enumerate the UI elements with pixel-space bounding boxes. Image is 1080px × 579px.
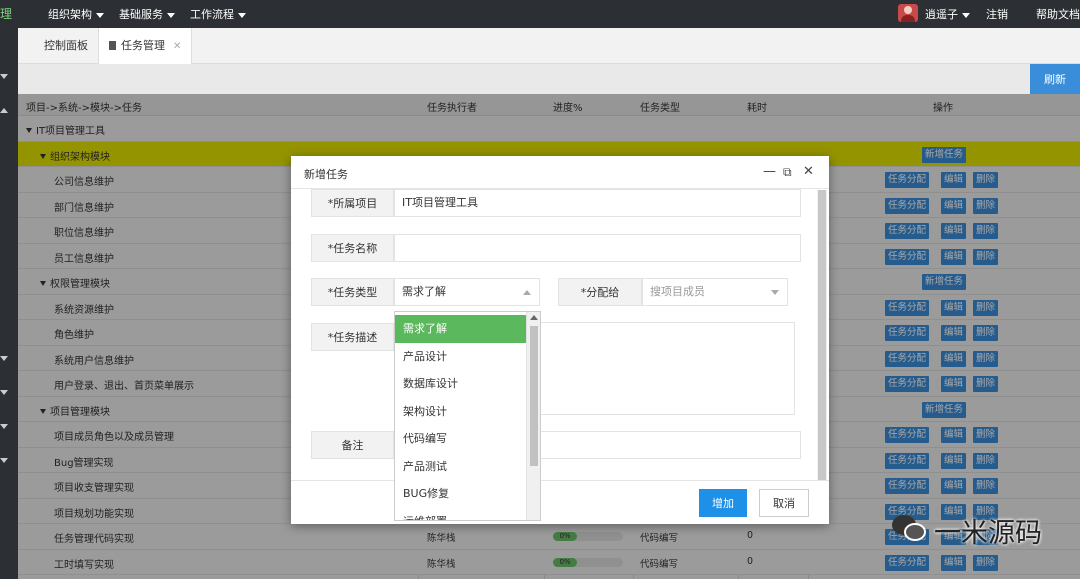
dropdown-option[interactable]: 运维部署: [395, 508, 527, 521]
task-type-label: *任务类型: [311, 278, 394, 306]
dropdown-option[interactable]: 代码编写: [395, 425, 527, 453]
chevron-down-icon[interactable]: [0, 390, 8, 395]
task-type-select[interactable]: 需求了解: [394, 278, 540, 306]
task-name-label: *任务名称: [311, 234, 394, 262]
chevron-down-icon: [962, 12, 970, 18]
close-icon[interactable]: ✕: [803, 165, 814, 179]
avatar[interactable]: [898, 4, 918, 22]
sidebar: [0, 28, 18, 579]
menu-org-label: 组织架构: [48, 8, 92, 21]
menu-basic-label: 基础服务: [119, 8, 163, 21]
chevron-down-icon: [771, 290, 779, 295]
task-type-dropdown: 需求了解 产品设计 数据库设计 架构设计 代码编写 产品测试 BUG修复 运维部署: [394, 311, 541, 521]
user-menu[interactable]: 逍遥子: [925, 6, 970, 22]
dropdown-option[interactable]: 产品测试: [395, 453, 527, 481]
chevron-down-icon[interactable]: [0, 424, 8, 429]
minimize-icon[interactable]: —: [763, 165, 776, 179]
chevron-up-icon: [523, 290, 531, 295]
dialog-title: 新增任务: [304, 168, 348, 181]
dropdown-option[interactable]: 架构设计: [395, 398, 527, 426]
cancel-button[interactable]: 取消: [759, 489, 809, 517]
assign-placeholder: 搜项目成员: [650, 285, 705, 298]
logout-link[interactable]: 注销: [986, 6, 1008, 22]
menu-workflow-label: 工作流程: [190, 8, 234, 21]
document-icon: [109, 41, 116, 50]
add-task-dialog: 新增任务 — ⧉ ✕ *所属项目 IT项目管理工具 *任务名称 *任务类型 需求…: [291, 156, 829, 524]
watermark-text: 一米源码: [934, 518, 1042, 549]
wechat-icon: [890, 511, 928, 541]
toolbar: 刷新: [18, 64, 1080, 94]
watermark: 一米源码: [890, 505, 1060, 551]
menu-org[interactable]: 组织架构: [48, 6, 104, 22]
chevron-up-icon[interactable]: [530, 315, 538, 320]
dropdown-option[interactable]: 需求了解: [395, 315, 527, 343]
dropdown-option[interactable]: 数据库设计: [395, 370, 527, 398]
chevron-down-icon[interactable]: [0, 74, 8, 79]
dropdown-option[interactable]: 产品设计: [395, 343, 527, 371]
dropdown-option[interactable]: BUG修复: [395, 480, 527, 508]
top-navbar: 理 组织架构 基础服务 工作流程 逍遥子 注销 帮助文档: [0, 0, 1080, 28]
close-icon[interactable]: ✕: [173, 41, 181, 52]
refresh-button[interactable]: 刷新: [1030, 64, 1080, 94]
tab-label: 控制面板: [44, 39, 88, 52]
dialog-footer: 增加 取消: [291, 480, 829, 524]
tab-label: 任务管理: [121, 39, 165, 52]
chevron-up-icon[interactable]: [0, 108, 8, 113]
tab-control-panel[interactable]: 控制面板: [34, 28, 98, 64]
tab-bar: 控制面板 任务管理 ✕: [18, 28, 1080, 64]
chevron-down-icon: [167, 12, 175, 18]
app-logo-icon[interactable]: 理: [0, 5, 12, 21]
chevron-down-icon: [96, 12, 104, 18]
dialog-scrollbar[interactable]: [817, 190, 827, 480]
menu-workflow[interactable]: 工作流程: [190, 6, 246, 22]
note-label: 备注: [311, 431, 394, 459]
help-link[interactable]: 帮助文档: [1036, 6, 1080, 22]
dialog-titlebar: 新增任务 — ⧉ ✕: [291, 156, 829, 189]
add-button[interactable]: 增加: [699, 489, 747, 517]
project-field[interactable]: IT项目管理工具: [394, 189, 801, 217]
task-type-value: 需求了解: [402, 285, 446, 298]
menu-basic[interactable]: 基础服务: [119, 6, 175, 22]
project-label: *所属项目: [311, 189, 394, 217]
chevron-down-icon[interactable]: [0, 356, 8, 361]
user-name: 逍遥子: [925, 8, 958, 21]
tab-task-management[interactable]: 任务管理 ✕: [98, 28, 193, 64]
assign-select[interactable]: 搜项目成员: [642, 278, 788, 306]
assign-label: *分配给: [558, 278, 642, 306]
description-textarea[interactable]: [539, 322, 795, 415]
maximize-icon[interactable]: ⧉: [783, 165, 792, 179]
task-name-input[interactable]: [394, 234, 801, 262]
description-label: *任务描述: [311, 323, 394, 351]
chevron-down-icon[interactable]: [0, 458, 8, 463]
dropdown-scrollbar[interactable]: [526, 312, 540, 520]
chevron-down-icon: [238, 12, 246, 18]
note-input[interactable]: [539, 431, 801, 459]
